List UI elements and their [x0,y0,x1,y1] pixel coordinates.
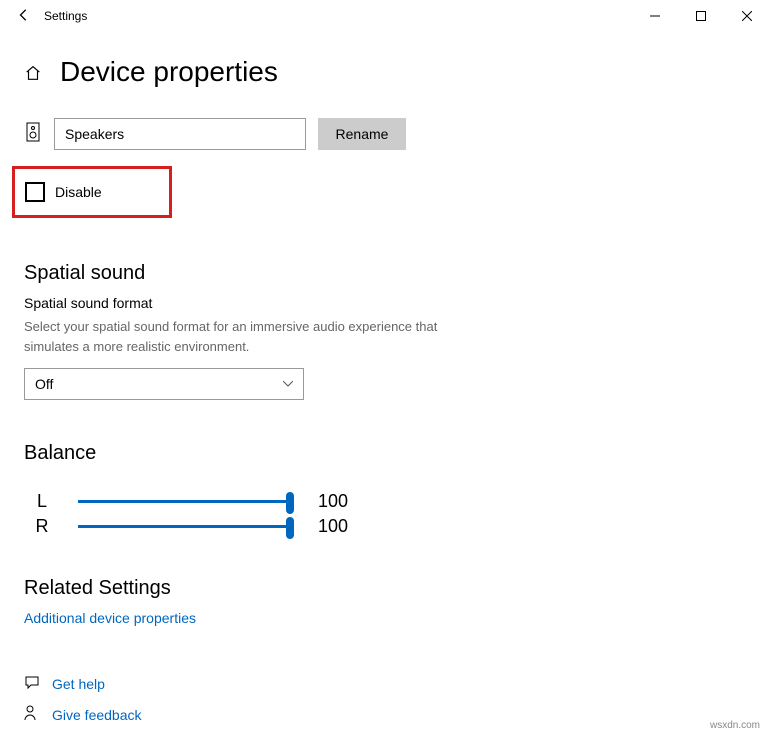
page-header: Device properties [0,32,770,100]
back-button[interactable] [8,8,40,25]
home-icon[interactable] [24,64,42,87]
chevron-down-icon [283,378,293,390]
get-help-link[interactable]: Get help [52,676,105,692]
dropdown-value: Off [35,376,53,392]
maximize-button[interactable] [678,0,724,32]
get-help-row[interactable]: Get help [0,668,770,699]
window-title: Settings [44,9,87,23]
give-feedback-link[interactable]: Give feedback [52,707,142,723]
balance-left-row: L 100 [24,491,746,512]
speaker-icon [24,122,42,147]
balance-heading: Balance [24,442,746,465]
balance-right-row: R 100 [24,516,746,537]
balance-section: Balance [0,412,770,487]
balance-left-value: 100 [318,491,348,512]
additional-properties-link[interactable]: Additional device properties [24,610,196,626]
spatial-description: Select your spatial sound format for an … [24,317,464,356]
minimize-button[interactable] [632,0,678,32]
balance-right-label: R [24,516,60,537]
disable-checkbox-highlight: Disable [12,166,172,218]
feedback-icon [24,705,38,724]
chat-icon [24,674,38,693]
give-feedback-row[interactable]: Give feedback [0,699,770,730]
balance-left-slider[interactable] [78,500,290,503]
device-name-row: Rename [0,100,770,158]
slider-thumb[interactable] [286,492,294,514]
spatial-heading: Spatial sound [24,262,746,285]
titlebar: Settings [0,0,770,32]
watermark: wsxdn.com [710,720,760,731]
balance-right-value: 100 [318,516,348,537]
disable-checkbox[interactable] [25,182,45,202]
balance-right-slider[interactable] [78,525,290,528]
related-heading: Related Settings [24,577,746,600]
rename-button[interactable]: Rename [318,118,406,150]
slider-thumb[interactable] [286,517,294,539]
page-title: Device properties [60,56,278,88]
spatial-sound-section: Spatial sound Spatial sound format Selec… [0,226,770,412]
spatial-format-dropdown[interactable]: Off [24,368,304,400]
close-button[interactable] [724,0,770,32]
spatial-subheading: Spatial sound format [24,295,746,311]
balance-left-label: L [24,491,60,512]
related-settings-section: Related Settings Additional device prope… [0,541,770,640]
disable-label: Disable [55,184,102,200]
device-name-input[interactable] [54,118,306,150]
